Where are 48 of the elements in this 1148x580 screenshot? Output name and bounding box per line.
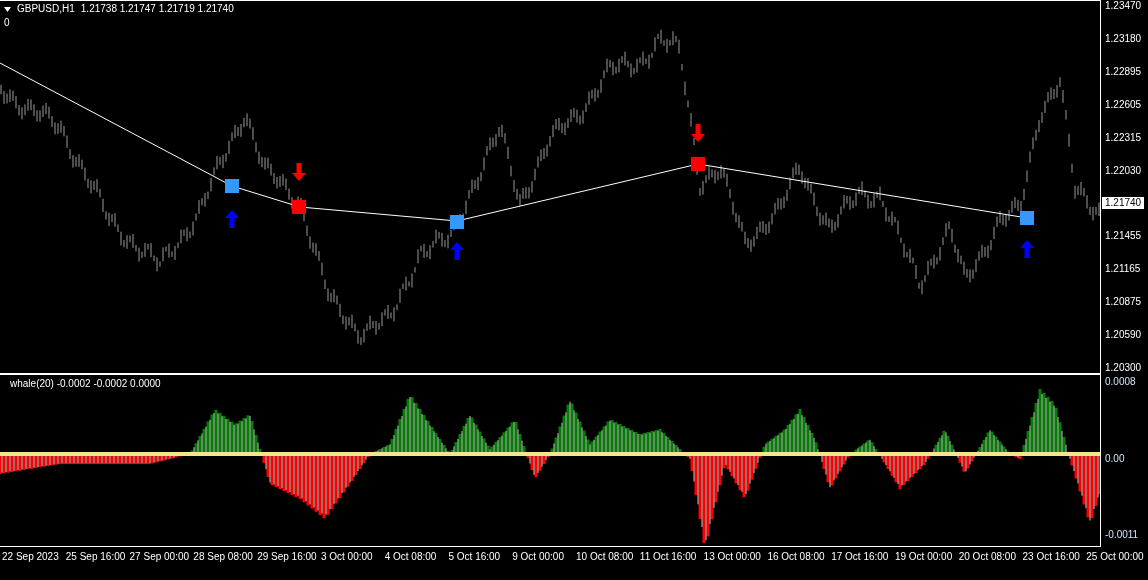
indicator-axis-label: -0.0011: [1104, 529, 1140, 541]
time-axis-label: 13 Oct 00:00: [702, 551, 762, 562]
symbol-label: GBPUSD,H1: [17, 3, 75, 15]
time-axis-label: 23 Oct 16:00: [1021, 551, 1081, 562]
signal-square: [1020, 211, 1034, 225]
time-axis-label: 28 Sep 08:00: [192, 551, 254, 562]
up-arrow-icon: [1020, 240, 1034, 258]
time-axis-label: 11 Oct 16:00: [638, 551, 698, 562]
time-axis-label: 17 Oct 16:00: [830, 551, 890, 562]
price-axis-label: 1.20590: [1104, 329, 1143, 342]
indicator-axis-label: 0.0008: [1104, 376, 1137, 388]
down-arrow-icon: [292, 163, 306, 181]
down-arrow-icon: [691, 124, 705, 142]
price-axis-label: 1.22895: [1104, 65, 1143, 78]
time-axis-label: 25 Oct 00:00: [1085, 551, 1145, 562]
time-axis-label: 25 Sep 16:00: [64, 551, 127, 562]
price-axis-label: 1.21455: [1104, 230, 1143, 243]
time-axis-label: 4 Oct 08:00: [383, 551, 438, 562]
price-axis-label: 1.22315: [1104, 131, 1143, 144]
price-axis-label: 1.22030: [1104, 164, 1143, 177]
price-axis-label: 1.23180: [1104, 32, 1143, 45]
time-axis-label: 9 Oct 00:00: [511, 551, 565, 562]
time-axis-label: 29 Sep 16:00: [256, 551, 318, 562]
time-axis-label: 19 Oct 00:00: [893, 551, 954, 562]
up-arrow-icon: [225, 210, 239, 228]
signal-square: [292, 200, 306, 214]
up-arrow-icon: [450, 242, 464, 260]
chart-sub-label: 0: [4, 17, 11, 29]
price-axis-label: 1.22605: [1104, 98, 1143, 111]
price-axis-label: 1.20300: [1104, 361, 1143, 374]
signal-square: [225, 179, 239, 193]
price-axis-label: 1.20875: [1104, 296, 1143, 309]
time-axis-label: 5 Oct 16:00: [447, 551, 502, 562]
current-price-label: 1.21740: [1102, 197, 1145, 210]
quote-values: 1.21738 1.21747 1.21719 1.21740: [80, 3, 234, 15]
signal-square: [691, 157, 705, 171]
signal-square: [450, 215, 464, 229]
time-axis-label: 22 Sep 2023: [1, 551, 60, 562]
time-axis-label: 16 Oct 08:00: [766, 551, 826, 562]
time-axis-label: 3 Oct 00:00: [319, 551, 374, 562]
time-axis-label: 10 Oct 08:00: [575, 551, 635, 562]
indicator-label: whale(20) -0.0002 -0.0002 0.0000: [10, 378, 161, 389]
time-axis-label: 20 Oct 08:00: [957, 551, 1017, 562]
dropdown-icon[interactable]: [4, 6, 11, 12]
price-axis-label: 1.23470: [1104, 0, 1143, 12]
price-axis-label: 1.21165: [1104, 263, 1142, 276]
time-axis-label: 27 Sep 00:00: [128, 551, 191, 562]
indicator-axis-label: 0.00: [1104, 452, 1126, 465]
